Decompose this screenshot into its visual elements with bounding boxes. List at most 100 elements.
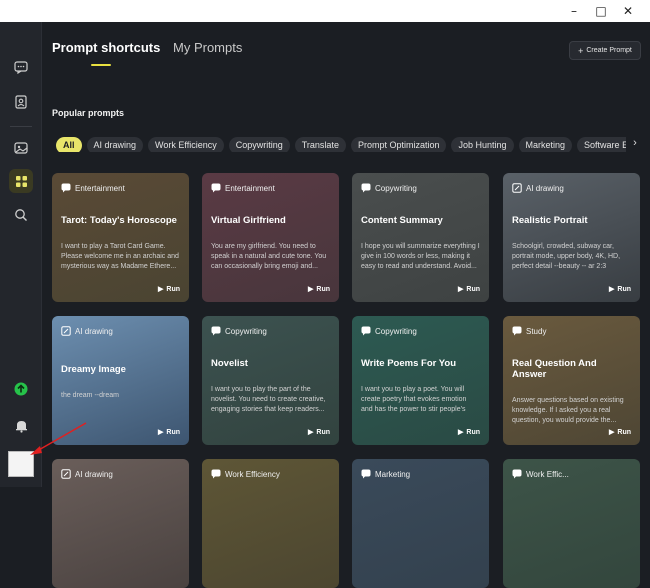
card-category: Study: [512, 326, 631, 336]
close-icon[interactable]: ✕: [614, 0, 642, 22]
create-prompt-label: Create Prompt: [586, 47, 632, 54]
card-category-label: AI drawing: [75, 469, 113, 479]
card-category: AI drawing: [512, 183, 631, 193]
play-icon: ▶: [609, 429, 615, 436]
chat-bubble-icon: [211, 183, 221, 193]
card-title: Novelist: [211, 358, 248, 369]
run-button[interactable]: ▶ Run: [158, 285, 180, 294]
run-label: Run: [617, 428, 631, 436]
card-description: Answer questions based on existing knowl…: [512, 397, 624, 424]
tab-prompt-shortcuts[interactable]: Prompt shortcuts: [52, 40, 160, 55]
card-title: Realistic Portrait: [512, 215, 588, 226]
run-button[interactable]: ▶ Run: [609, 285, 631, 294]
run-label: Run: [166, 285, 180, 293]
card-title: Real Question And Answer: [512, 358, 597, 380]
prompt-card[interactable]: AI drawing Realistic Portrait Schoolgirl, …: [503, 173, 640, 302]
play-icon: ▶: [308, 286, 314, 293]
chat-bubble-icon: [61, 183, 71, 193]
run-button[interactable]: ▶ Run: [458, 285, 480, 294]
chip-ai-drawing[interactable]: AI drawing: [86, 137, 144, 152]
play-icon: ▶: [458, 429, 464, 436]
card-description: I want you to play the part of the novel…: [211, 386, 326, 413]
chip-copywriting[interactable]: Copywriting: [228, 137, 290, 152]
card-category: Copywriting: [361, 326, 480, 336]
card-description: I want to play a Tarot Card Game. Please…: [61, 243, 179, 270]
card-description: Schoolgirl, crowded, subway car, portrai…: [512, 243, 621, 270]
prompt-card[interactable]: Copywriting Write Poems For You I want you…: [352, 316, 489, 445]
prompt-card[interactable]: Work Efficiency: [202, 459, 339, 588]
chat-bubble-icon: [211, 326, 221, 336]
card-category-label: Marketing: [375, 469, 411, 479]
card-description: I hope you will summarize everything I g…: [361, 243, 480, 270]
create-prompt-button[interactable]: + Create Prompt: [569, 41, 641, 60]
card-category-label: Study: [526, 326, 547, 336]
card-category: AI drawing: [61, 326, 180, 336]
contacts-icon[interactable]: [9, 90, 33, 114]
chat-bubble-icon: [512, 326, 522, 336]
card-description: You are my girlfriend. You need to speak…: [211, 243, 327, 270]
sidebar-divider: [10, 126, 32, 127]
category-chips: All AI drawing Work Efficiency Copywriting T…: [56, 135, 644, 152]
plus-icon: +: [578, 45, 584, 56]
run-button[interactable]: ▶ Run: [308, 285, 330, 294]
chip-job-hunting[interactable]: Job Hunting: [451, 137, 514, 152]
play-icon: ▶: [158, 429, 164, 436]
chip-translate[interactable]: Translate: [294, 137, 346, 152]
card-category: Marketing: [361, 469, 480, 479]
card-category-label: AI drawing: [526, 183, 564, 193]
run-label: Run: [166, 428, 180, 436]
chat-bubble-icon: [361, 183, 371, 193]
run-label: Run: [316, 285, 330, 293]
tab-my-prompts[interactable]: My Prompts: [173, 40, 242, 55]
run-button[interactable]: ▶ Run: [609, 428, 631, 437]
prompt-card[interactable]: AI drawing Dreamy Image the dream --dream ▶…: [52, 316, 189, 445]
card-title: Virtual Girlfriend: [211, 215, 286, 226]
card-category: Work Effic...: [512, 469, 631, 479]
card-category-label: Work Effic...: [526, 469, 569, 479]
card-category: Copywriting: [361, 183, 480, 193]
chip-work-efficiency[interactable]: Work Efficiency: [148, 137, 224, 152]
bell-icon[interactable]: [9, 414, 33, 438]
run-button[interactable]: ▶ Run: [308, 428, 330, 437]
play-icon: ▶: [458, 286, 464, 293]
chip-prompt-optimization[interactable]: Prompt Optimization: [350, 137, 447, 152]
play-icon: ▶: [609, 286, 615, 293]
avatar[interactable]: [8, 451, 34, 477]
prompt-card[interactable]: Marketing: [352, 459, 489, 588]
card-category: Entertainment: [211, 183, 330, 193]
image-icon[interactable]: [9, 135, 33, 159]
chat-bubble-icon: [361, 326, 371, 336]
section-title: Popular prompts: [52, 108, 125, 118]
run-button[interactable]: ▶ Run: [158, 428, 180, 437]
card-title: Dreamy Image: [61, 364, 126, 375]
maximize-icon[interactable]: □: [587, 0, 615, 22]
card-category-label: Copywriting: [225, 326, 267, 336]
chip-all[interactable]: All: [56, 137, 82, 152]
ai-drawing-icon: [61, 326, 71, 336]
run-label: Run: [466, 285, 480, 293]
prompt-card[interactable]: Entertainment Tarot: Today's Horoscope I w…: [52, 173, 189, 302]
chevron-right-icon[interactable]: ›: [626, 135, 644, 152]
run-button[interactable]: ▶ Run: [458, 428, 480, 437]
run-label: Run: [466, 428, 480, 436]
card-category-label: AI drawing: [75, 326, 113, 336]
prompt-card[interactable]: Copywriting Novelist I want you to play th…: [202, 316, 339, 445]
search-icon[interactable]: [9, 203, 33, 227]
apps-icon[interactable]: [9, 169, 33, 193]
sidebar: [0, 22, 42, 487]
chat-bubble-icon: [512, 469, 522, 479]
card-description: the dream --dream: [61, 392, 119, 399]
prompt-card[interactable]: Study Real Question And Answer Answer ques…: [503, 316, 640, 445]
minimize-icon[interactable]: –: [560, 0, 588, 22]
upgrade-icon[interactable]: [9, 377, 33, 401]
prompt-card[interactable]: Entertainment Virtual Girlfriend You are m…: [202, 173, 339, 302]
card-category-label: Copywriting: [375, 326, 417, 336]
window-titlebar: – □ ✕: [0, 0, 650, 22]
card-category-label: Work Efficiency: [225, 469, 280, 479]
prompt-card[interactable]: AI drawing: [52, 459, 189, 588]
prompt-card[interactable]: Work Effic...: [503, 459, 640, 588]
card-description: I want you to play a poet. You will crea…: [361, 386, 467, 413]
chip-marketing[interactable]: Marketing: [518, 137, 573, 152]
prompt-card[interactable]: Copywriting Content Summary I hope you wil…: [352, 173, 489, 302]
chat-icon[interactable]: [9, 55, 33, 79]
